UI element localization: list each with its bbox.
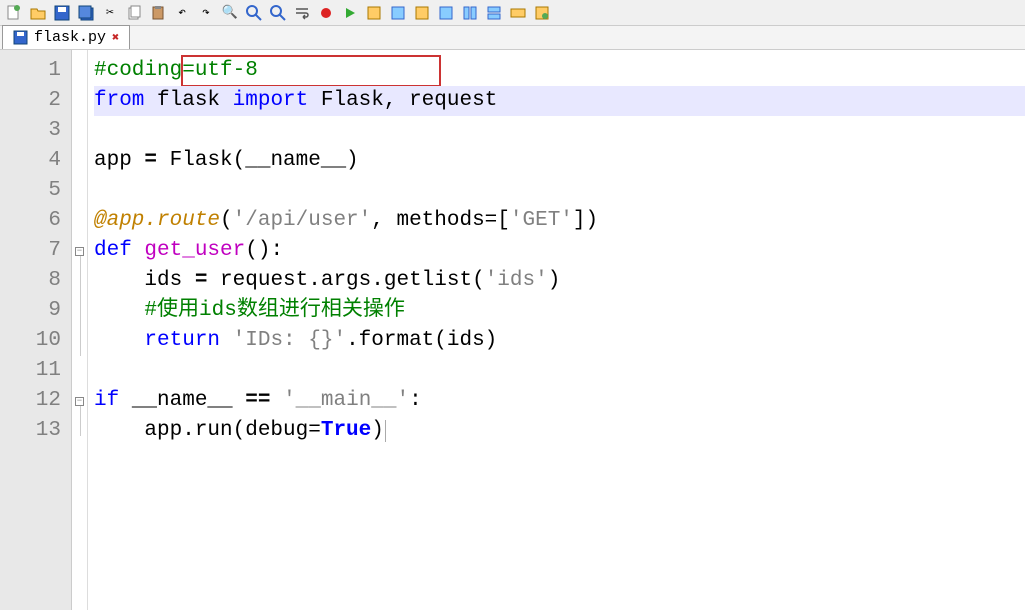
code-line: @app.route('/api/user', methods=['GET']) <box>94 206 1025 236</box>
line-number: 13 <box>0 416 71 446</box>
line-number: 7 <box>0 236 71 266</box>
toolbar: ✂ ↶ ↷ 🔍 <box>0 0 1025 26</box>
code-line <box>94 116 1025 146</box>
code-line: ids = request.args.getlist('ids') <box>94 266 1025 296</box>
line-number: 4 <box>0 146 71 176</box>
macro-record-icon[interactable] <box>316 3 336 23</box>
line-number: 11 <box>0 356 71 386</box>
line-number: 9 <box>0 296 71 326</box>
line-number: 2 <box>0 86 71 116</box>
line-number: 1 <box>0 56 71 86</box>
paste-icon[interactable] <box>148 3 168 23</box>
tab-flask-py[interactable]: flask.py ✖ <box>2 25 130 49</box>
toolbar-extra-8-icon[interactable] <box>532 3 552 23</box>
line-number: 6 <box>0 206 71 236</box>
zoom-in-icon[interactable] <box>244 3 264 23</box>
copy-icon[interactable] <box>124 3 144 23</box>
editor-area: 1 2 3 4 5 6 7 8 9 10 11 12 13 − − #codin… <box>0 50 1025 610</box>
toolbar-extra-1-icon[interactable] <box>364 3 384 23</box>
code-line: app.run(debug=True) <box>94 416 1025 446</box>
zoom-out-icon[interactable] <box>268 3 288 23</box>
code-content[interactable]: #coding=utf-8 from flask import Flask, r… <box>88 50 1025 610</box>
find-icon[interactable]: 🔍 <box>220 3 240 23</box>
toolbar-extra-3-icon[interactable] <box>412 3 432 23</box>
code-line: #使用ids数组进行相关操作 <box>94 296 1025 326</box>
new-file-icon[interactable] <box>4 3 24 23</box>
line-number: 3 <box>0 116 71 146</box>
undo-icon[interactable]: ↶ <box>172 3 192 23</box>
tab-bar: flask.py ✖ <box>0 26 1025 50</box>
save-all-icon[interactable] <box>76 3 96 23</box>
tab-close-icon[interactable]: ✖ <box>112 30 119 45</box>
tab-filename: flask.py <box>34 29 106 46</box>
line-number: 12 <box>0 386 71 416</box>
fold-minus-icon[interactable]: − <box>75 397 84 406</box>
file-save-icon <box>13 30 28 45</box>
code-line <box>94 176 1025 206</box>
wrap-icon[interactable] <box>292 3 312 23</box>
code-line <box>94 356 1025 386</box>
code-line: if __name__ == '__main__': <box>94 386 1025 416</box>
toolbar-extra-7-icon[interactable] <box>508 3 528 23</box>
fold-column: − − <box>72 50 88 610</box>
line-number: 8 <box>0 266 71 296</box>
code-line: #coding=utf-8 <box>94 56 1025 86</box>
toolbar-extra-5-icon[interactable] <box>460 3 480 23</box>
redo-icon[interactable]: ↷ <box>196 3 216 23</box>
cut-icon[interactable]: ✂ <box>100 3 120 23</box>
code-line: app = Flask(__name__) <box>94 146 1025 176</box>
open-file-icon[interactable] <box>28 3 48 23</box>
macro-play-icon[interactable] <box>340 3 360 23</box>
toolbar-extra-4-icon[interactable] <box>436 3 456 23</box>
toolbar-extra-2-icon[interactable] <box>388 3 408 23</box>
code-line: return 'IDs: {}'.format(ids) <box>94 326 1025 356</box>
text-cursor <box>385 420 386 442</box>
toolbar-extra-6-icon[interactable] <box>484 3 504 23</box>
line-number: 5 <box>0 176 71 206</box>
fold-minus-icon[interactable]: − <box>75 247 84 256</box>
line-number: 10 <box>0 326 71 356</box>
code-line: from flask import Flask, request <box>94 86 1025 116</box>
code-line: def get_user(): <box>94 236 1025 266</box>
line-number-gutter: 1 2 3 4 5 6 7 8 9 10 11 12 13 <box>0 50 72 610</box>
save-icon[interactable] <box>52 3 72 23</box>
